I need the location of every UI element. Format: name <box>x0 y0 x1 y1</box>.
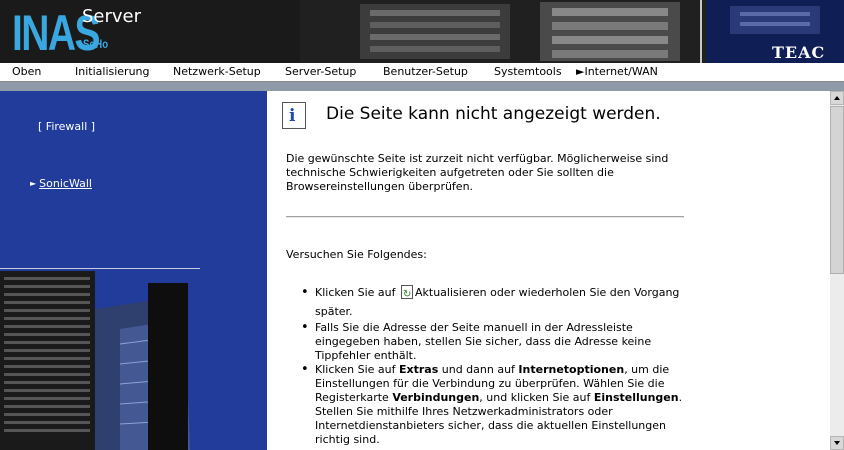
sidebar-server-tower-image <box>0 269 267 450</box>
error-description: Die gewünschte Seite ist zurzeit nicht v… <box>286 152 669 193</box>
sonicwall-link[interactable]: SonicWall <box>39 177 92 190</box>
vertical-scrollbar[interactable] <box>830 91 844 450</box>
refresh-icon <box>400 285 413 304</box>
logo-server-text: Server <box>82 6 142 27</box>
nav-item-systemtools[interactable]: Systemtools <box>494 65 562 78</box>
sidebar: [ Firewall ] ► SonicWall <box>0 91 267 450</box>
scrollbar-thumb[interactable] <box>830 106 844 274</box>
sidebar-section-firewall[interactable]: [ Firewall ] <box>38 120 95 133</box>
list-item: Klicken Sie auf Extras und dann auf Inte… <box>301 363 695 447</box>
horizontal-divider <box>286 216 684 218</box>
nav-item-oben[interactable]: Oben <box>12 65 41 78</box>
page-title: Die Seite kann nicht angezeigt werden. <box>326 104 661 124</box>
arrow-right-icon: ► <box>30 179 37 188</box>
header-server-rack-image <box>300 0 844 63</box>
brand-logo-teac: TEAC <box>772 43 826 62</box>
error-page-content: i Die Seite kann nicht angezeigt werden.… <box>267 91 830 450</box>
info-icon: i <box>282 102 306 129</box>
scroll-up-arrow-icon[interactable] <box>830 91 844 105</box>
logo-soho-text: SoHo <box>83 37 109 51</box>
nav-item-benutzer-setup[interactable]: Benutzer-Setup <box>383 65 468 78</box>
nav-item-internet-wan[interactable]: ►Internet/WAN <box>576 65 658 78</box>
nav-item-server-setup[interactable]: Server-Setup <box>285 65 356 78</box>
header-divider-strip <box>0 82 844 91</box>
list-item: Falls Sie die Adresse der Seite manuell … <box>301 321 695 363</box>
list-item: Klicken Sie auf Aktualisieren oder wiede… <box>301 283 695 321</box>
nav-item-netzwerk-setup[interactable]: Netzwerk-Setup <box>173 65 261 78</box>
sidebar-item-sonicwall[interactable]: ► SonicWall <box>30 177 92 190</box>
top-nav-bar: Oben Initialisierung Netzwerk-Setup Serv… <box>0 63 844 82</box>
app-header: INAS Server SoHo TEAC <box>0 0 844 63</box>
nav-item-initialisierung[interactable]: Initialisierung <box>75 65 150 78</box>
scroll-down-arrow-icon[interactable] <box>830 436 844 450</box>
suggestions-heading: Versuchen Sie Folgendes: <box>286 248 427 261</box>
suggestions-list: Klicken Sie auf Aktualisieren oder wiede… <box>301 283 695 447</box>
